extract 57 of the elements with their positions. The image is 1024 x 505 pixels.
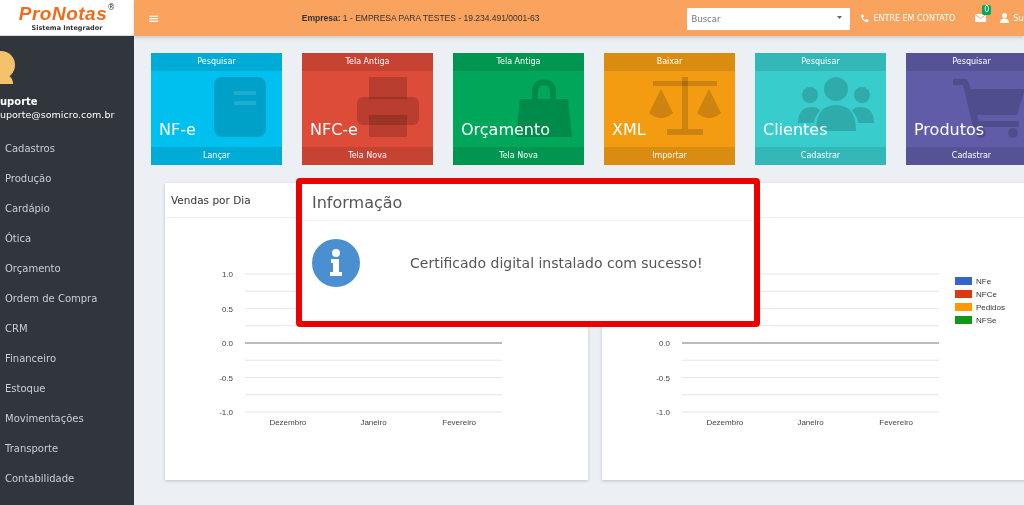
axis-label: Dezembro — [706, 418, 744, 427]
nav-item[interactable]: Ótica — [0, 224, 134, 254]
mail-icon[interactable] — [975, 14, 987, 22]
axis-label: 0.5 — [221, 304, 233, 314]
nav-item[interactable]: Estoque — [0, 374, 134, 404]
phone-icon — [860, 13, 870, 23]
tile-title[interactable]: NFC-e — [310, 120, 358, 139]
tile-link[interactable]: Tela Antiga — [453, 53, 584, 71]
axis-label: 0.0 — [221, 339, 233, 348]
tile-link[interactable]: Tela Nova — [302, 147, 433, 165]
axis-label: 1.0 — [221, 270, 233, 279]
legend-label: NFSe — [976, 316, 997, 325]
axis-label: Janeiro — [797, 418, 824, 427]
nav-item[interactable]: Cardápio — [0, 194, 134, 224]
user-email: uporte@somicro.com.br — [0, 109, 116, 120]
tile-title[interactable]: Produtos — [914, 120, 985, 139]
tile-link[interactable]: Tela Nova — [453, 147, 584, 165]
legend-label: NFCe — [976, 290, 997, 299]
tile-title[interactable]: Orçamento — [461, 120, 551, 139]
tile-link[interactable]: Importar — [604, 147, 735, 165]
axis-label: Fevereiro — [442, 418, 477, 427]
nav-item[interactable]: Ordem de Compra — [0, 284, 134, 314]
nav-item[interactable]: Transporte — [0, 434, 134, 464]
user-icon — [1000, 13, 1010, 23]
tile-link[interactable]: Pesquisar — [906, 53, 1024, 71]
nav-item[interactable]: Produção — [0, 164, 134, 194]
search-field[interactable]: Buscar — [687, 8, 851, 30]
tile-link[interactable]: Cadastrar — [906, 147, 1024, 165]
nav-item[interactable]: Financeiro — [0, 344, 134, 374]
dialog-title: Informação — [312, 192, 403, 212]
nav-item[interactable]: Cadastros — [0, 134, 134, 164]
nav-item[interactable]: Contabilidade — [0, 464, 134, 494]
info-icon — [312, 239, 360, 287]
axis-label: -0.5 — [656, 373, 670, 383]
tile-link[interactable]: Lançar — [151, 147, 282, 165]
nav-item[interactable]: Orçamento — [0, 254, 134, 284]
legend-label: NFe — [976, 277, 992, 286]
tile-link[interactable]: Pesquisar — [151, 53, 282, 71]
axis-label: Fevereiro — [879, 418, 914, 427]
company-info: Empresa: 1 - EMPRESA PARA TESTES - 19.234.491/0001-63 — [301, 13, 540, 23]
notification-badge: 0 — [982, 5, 992, 15]
user-name: uporte — [0, 96, 39, 107]
nav-item[interactable]: Movimentações — [0, 404, 134, 434]
axis-label: -1.0 — [656, 408, 670, 417]
tile-link[interactable]: Tela Antiga — [302, 53, 433, 71]
tile-link[interactable]: Baixar — [604, 53, 735, 71]
caret-icon — [837, 16, 843, 19]
card-title: Vendas por Dia — [171, 194, 251, 206]
dialog-message: Certificado digital instalado com sucesso! — [410, 255, 703, 271]
axis-label: -0.5 — [219, 373, 233, 383]
axis-label: 0.0 — [658, 339, 670, 348]
axis-label: -1.0 — [219, 408, 233, 417]
axis-label: Janeiro — [360, 418, 387, 427]
axis-label: Dezembro — [269, 418, 307, 427]
legend-label: Pedidos — [976, 303, 1005, 312]
printer-icon — [355, 75, 421, 139]
nav-item[interactable]: CRM — [0, 314, 134, 344]
